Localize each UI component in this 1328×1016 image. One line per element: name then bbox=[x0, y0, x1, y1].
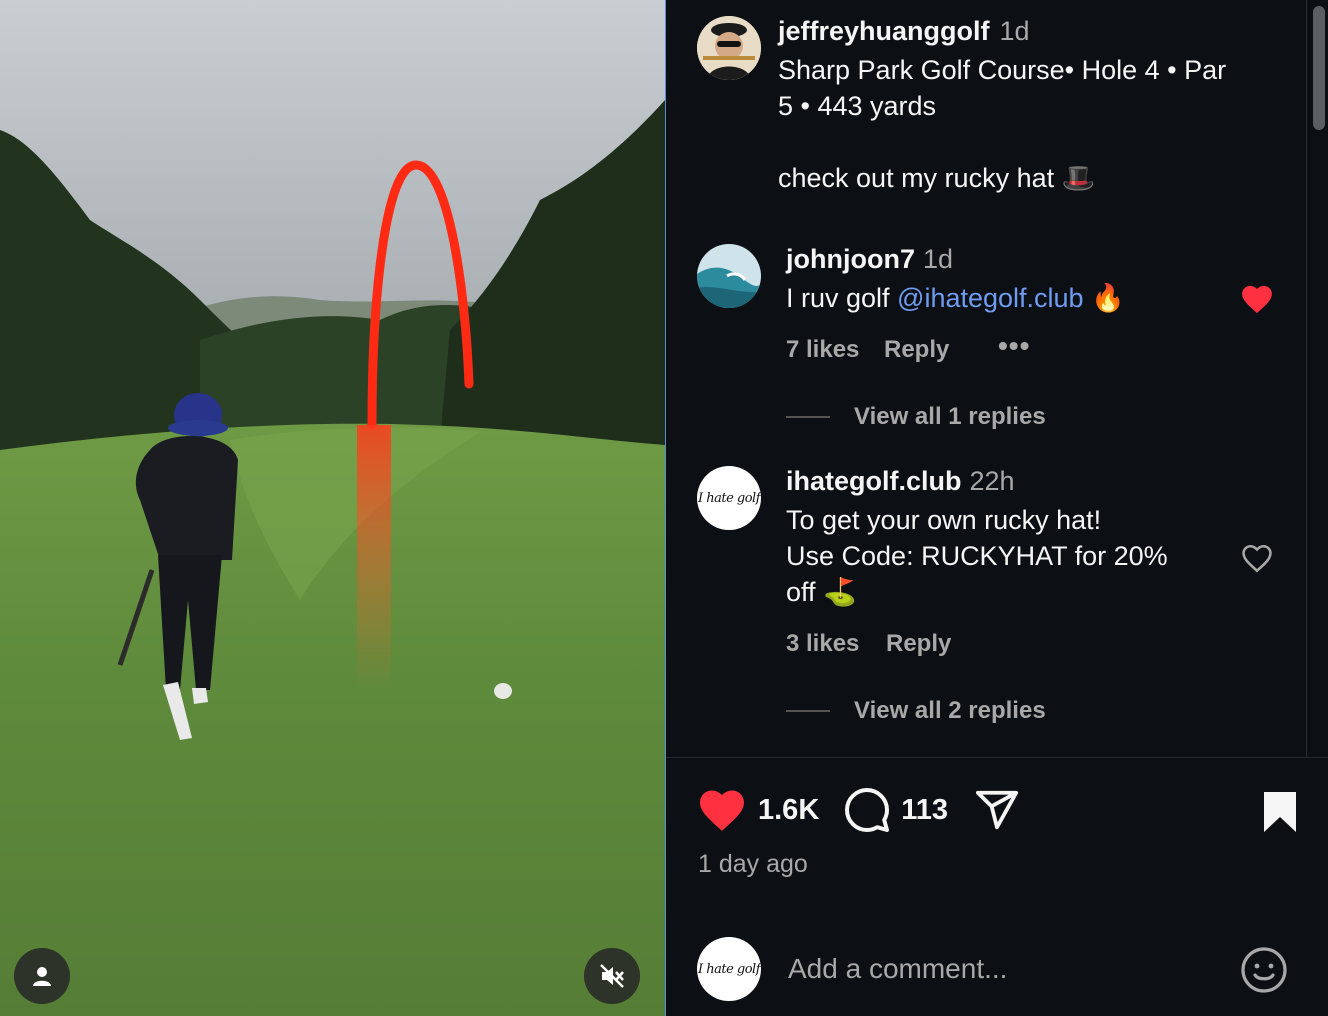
current-user-avatar: I hate golf bbox=[697, 937, 761, 1001]
comment-count[interactable]: 113 bbox=[901, 794, 948, 827]
scrollbar-thumb[interactable] bbox=[1313, 6, 1325, 130]
view-replies-label: View all 2 replies bbox=[854, 697, 1046, 724]
comments-scrollbar[interactable] bbox=[1306, 0, 1328, 757]
comment-text-line-2: Use Code: RUCKYHAT for 20% bbox=[786, 541, 1168, 571]
comment-username[interactable]: ihategolf.club bbox=[786, 466, 962, 496]
like-count[interactable]: 1.6K bbox=[758, 794, 819, 827]
comment-text-prefix: I ruv golf bbox=[786, 283, 898, 313]
comments-list[interactable]: jeffreyhuanggolf 1d Sharp Park Golf Cours… bbox=[666, 0, 1306, 757]
post-time: 1d bbox=[999, 16, 1030, 46]
posted-ago: 1 day ago bbox=[698, 850, 808, 878]
comment-username[interactable]: johnjoon7 bbox=[786, 244, 915, 274]
reply-button[interactable]: Reply bbox=[886, 630, 951, 658]
share-icon[interactable] bbox=[974, 787, 1020, 833]
post-media[interactable] bbox=[0, 0, 665, 1016]
view-replies-button[interactable]: View all 2 replies bbox=[786, 697, 1046, 725]
view-replies-button[interactable]: View all 1 replies bbox=[786, 403, 1046, 431]
comment-likes-count[interactable]: 3 likes bbox=[786, 630, 859, 658]
more-options-button[interactable]: ••• bbox=[998, 330, 1030, 362]
emoji-icon[interactable] bbox=[1240, 946, 1288, 994]
author-username[interactable]: jeffreyhuanggolf bbox=[778, 16, 990, 46]
ihategolf-logo: I hate golf bbox=[697, 961, 761, 977]
replies-dash bbox=[786, 416, 830, 418]
comment-time: 22h bbox=[969, 466, 1015, 496]
comment-text: I ruv golf @ihategolf.club 🔥 bbox=[786, 280, 1125, 316]
comment-time: 1d bbox=[922, 244, 954, 274]
add-comment-input[interactable]: Add a comment... bbox=[788, 953, 1007, 985]
comment-like-heart-icon[interactable] bbox=[1240, 542, 1274, 574]
heart-icon[interactable] bbox=[696, 787, 748, 833]
comment-icon[interactable] bbox=[843, 786, 891, 834]
comment-like-heart-icon[interactable] bbox=[1240, 283, 1274, 315]
ihategolf-logo: I hate golf bbox=[697, 490, 761, 506]
mention-link[interactable]: @ihategolf.club bbox=[897, 283, 1084, 313]
replies-dash bbox=[786, 710, 830, 712]
user-icon bbox=[30, 964, 54, 988]
muted-speaker-icon bbox=[598, 962, 626, 990]
comment-likes-count[interactable]: 7 likes bbox=[786, 336, 859, 364]
caption-line-3: check out my rucky hat 🎩 bbox=[778, 163, 1096, 193]
comment-text-line-3: off ⛳ bbox=[786, 577, 857, 607]
comment-text-suffix: 🔥 bbox=[1083, 283, 1125, 313]
golf-video-frame bbox=[0, 0, 665, 1016]
caption-line-1: Sharp Park Golf Course• Hole 4 • Par bbox=[778, 55, 1227, 85]
comments-panel: jeffreyhuanggolf 1d Sharp Park Golf Cours… bbox=[666, 0, 1328, 1016]
mute-toggle-button[interactable] bbox=[584, 948, 640, 1004]
caption-line-2: 5 • 443 yards bbox=[778, 91, 937, 121]
view-replies-label: View all 1 replies bbox=[854, 403, 1046, 430]
reply-button[interactable]: Reply bbox=[884, 336, 949, 364]
comment-text-line-1: To get your own rucky hat! bbox=[786, 505, 1102, 535]
commenter-avatar[interactable] bbox=[697, 244, 761, 308]
commenter-avatar[interactable]: I hate golf bbox=[697, 466, 761, 530]
action-bar: 1.6K 113 bbox=[696, 786, 1020, 834]
author-avatar[interactable] bbox=[697, 16, 761, 80]
actions-separator bbox=[666, 757, 1328, 758]
tagged-users-button[interactable] bbox=[14, 948, 70, 1004]
bookmark-icon[interactable] bbox=[1260, 790, 1300, 834]
